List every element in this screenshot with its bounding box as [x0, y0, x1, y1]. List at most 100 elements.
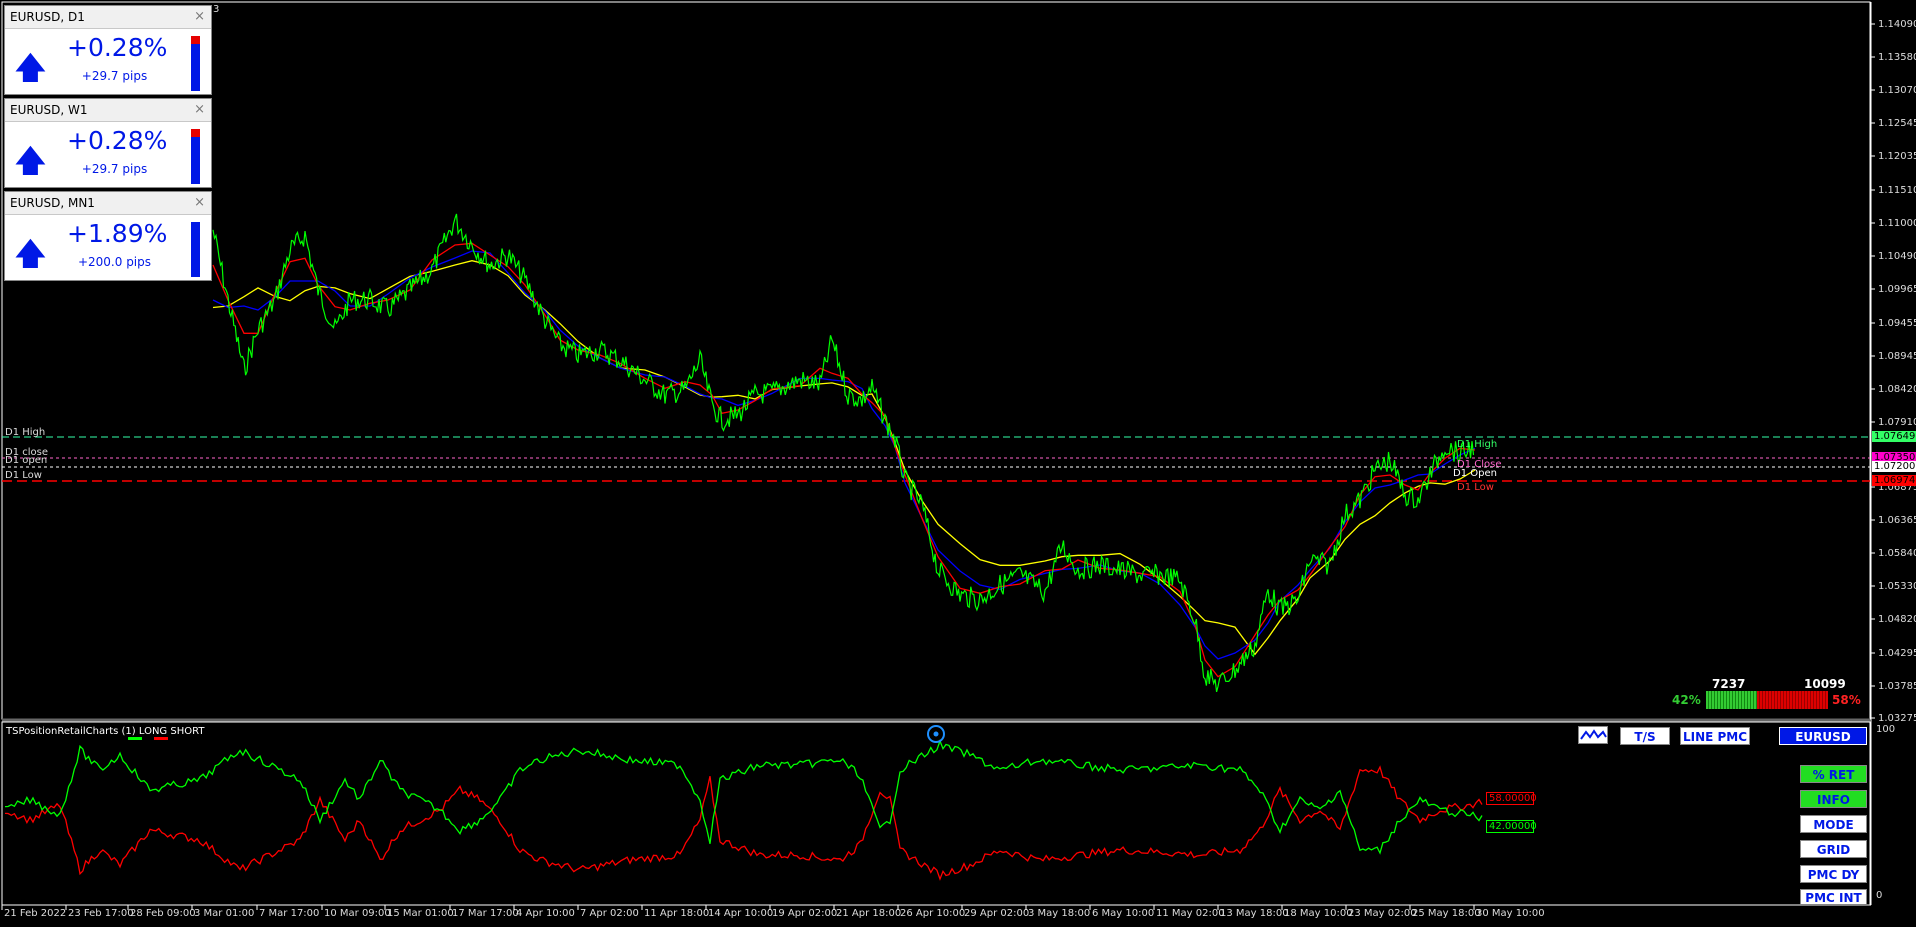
time-tick-label: 10 Mar 09:00: [324, 908, 391, 919]
time-axis: 21 Feb 2022 23 Feb 17:0028 Feb 09:003 Mar…: [1, 905, 1545, 919]
price-tick-label: 1.12545: [1878, 118, 1916, 129]
main-chart-border: [1, 1, 1871, 720]
long-line: [4, 739, 1483, 855]
d1-low-right-label: D1 Low: [1457, 482, 1494, 493]
d1-open-label: D1 open: [5, 455, 48, 466]
price-tick-label: 1.03785: [1878, 681, 1916, 692]
time-tick-label: 23 May 02:00: [1348, 908, 1417, 919]
time-tick-label: 11 May 02:00: [1156, 908, 1225, 919]
ma-mid-line: [212, 250, 1476, 660]
time-tick-label: 17 Mar 17:00: [452, 908, 519, 919]
time-tick-label: 7 Mar 17:00: [259, 908, 319, 919]
pmc-dy-button[interactable]: PMC DY: [1800, 865, 1867, 883]
ticker-widget-d1[interactable]: EURUSD, D1 × 🡅 +0.28% +29.7 pips: [4, 5, 212, 95]
price-tag-d1-low: 1.06974: [1872, 475, 1916, 486]
close-icon[interactable]: ×: [194, 6, 205, 28]
price-tick-label: 1.07910: [1878, 417, 1916, 428]
time-tick-label: 26 Apr 10:00: [900, 908, 965, 919]
price-tick-label: 1.05840: [1878, 548, 1916, 559]
widget-title: EURUSD, MN1: [10, 196, 95, 210]
long-percent: 42%: [1672, 693, 1701, 707]
change-percent: +1.89%: [67, 219, 168, 248]
d1-open-right-label: D1 Open: [1453, 468, 1497, 479]
time-tick-label: 7 Apr 02:00: [580, 908, 639, 919]
sentiment-long-fill: [1706, 691, 1757, 709]
indicator-title: TSPositionRetailCharts (1) LONG SHORT: [6, 726, 205, 737]
time-tick-label: 30 May 10:00: [1476, 908, 1545, 919]
price-tick-label: 1.11000: [1878, 218, 1916, 229]
time-tick-label: 3 May 18:00: [1028, 908, 1090, 919]
ticker-widget-w1[interactable]: EURUSD, W1 × 🡅 +0.28% +29.7 pips: [4, 98, 212, 188]
close-icon[interactable]: ×: [194, 99, 205, 121]
time-tick-label: 25 May 18:00: [1412, 908, 1481, 919]
time-tick-label: 15 Mar 01:00: [387, 908, 454, 919]
price-tag-d1-open: 1.07200: [1872, 461, 1916, 472]
pmc-int-button[interactable]: PMC INT: [1800, 889, 1867, 905]
price-tick-label: 1.13070: [1878, 85, 1916, 96]
symbol-button[interactable]: EURUSD: [1779, 727, 1867, 745]
time-tick-label: 3 Mar 01:00: [194, 908, 254, 919]
price-series: [212, 213, 1476, 693]
value-long-box: 42.00000: [1486, 820, 1537, 833]
arrow-up-icon: 🡅: [15, 144, 46, 179]
wave-icon: [1580, 729, 1607, 740]
indicator-scale-top: 100: [1876, 724, 1896, 735]
ts-button[interactable]: T/S: [1620, 727, 1670, 745]
value-short-box: 58.00000: [1486, 792, 1537, 805]
time-tick-label: 21 Apr 18:00: [836, 908, 901, 919]
widget-header[interactable]: EURUSD, D1 ×: [5, 6, 211, 29]
d1-high-label: D1 High: [5, 427, 46, 438]
ret-button[interactable]: % RET: [1800, 765, 1867, 783]
short-percent: 58%: [1832, 693, 1861, 707]
info-button[interactable]: INFO: [1800, 790, 1867, 808]
drag-marker-dot: [933, 731, 939, 737]
chart-window[interactable]: 1.14090 1.13580 1.13070 1.12545 1.12035 1.115…: [0, 0, 1916, 923]
time-tick-label: 13 May 18:00: [1220, 908, 1289, 919]
price-tick-label: 1.04295: [1878, 648, 1916, 659]
time-tick-label: 28 Feb 09:00: [130, 908, 196, 919]
chart-canvas[interactable]: 1.14090 1.13580 1.13070 1.12545 1.12035 1.115…: [0, 0, 1916, 923]
sentiment-bar: [1706, 691, 1828, 709]
price-tick-label: 1.08420: [1878, 384, 1916, 395]
time-tick-label: 29 Apr 02:00: [964, 908, 1029, 919]
arrow-up-icon: 🡅: [15, 237, 46, 272]
ma-fast-line: [212, 242, 1476, 678]
price-line: [212, 213, 1475, 693]
indicator-series: [4, 739, 1483, 881]
long-count: 7237: [1712, 677, 1746, 691]
d1-high-right-label: D1 High: [1457, 439, 1498, 450]
ticker-widget-mn1[interactable]: EURUSD, MN1 × 🡅 +1.89% +200.0 pips: [4, 191, 212, 281]
price-tick-label: 1.09965: [1878, 284, 1916, 295]
time-tick-label: 21 Feb 2022: [4, 908, 66, 919]
widget-header[interactable]: EURUSD, W1 ×: [5, 99, 211, 122]
time-tick-label: 18 May 10:00: [1284, 908, 1353, 919]
wave-chart-button[interactable]: [1578, 726, 1608, 744]
corner-mark: 3: [213, 4, 220, 15]
price-tick-label: 1.05330: [1878, 581, 1916, 592]
arrow-up-icon: 🡅: [15, 51, 46, 86]
change-pips: +200.0 pips: [77, 255, 152, 269]
time-tick-label: 19 Apr 02:00: [772, 908, 837, 919]
strength-bar: [191, 129, 200, 184]
d1-low-label: D1 Low: [5, 470, 42, 481]
price-tick-label: 1.06365: [1878, 515, 1916, 526]
price-tick-label: 1.03275: [1878, 713, 1916, 724]
strength-bar-red: [191, 36, 200, 44]
grid-button[interactable]: GRID: [1800, 840, 1867, 858]
price-tick-label: 1.10490: [1878, 251, 1916, 262]
strength-bar-red: [191, 129, 200, 137]
price-tick-label: 1.14090: [1878, 19, 1916, 30]
time-tick-label: 4 Apr 10:00: [516, 908, 575, 919]
change-percent: +0.28%: [67, 33, 168, 62]
widget-header[interactable]: EURUSD, MN1 ×: [5, 192, 211, 215]
widget-title: EURUSD, D1: [10, 10, 85, 24]
change-pips: +29.7 pips: [81, 162, 148, 176]
mode-button[interactable]: MODE: [1800, 815, 1867, 833]
line-pmc-button[interactable]: LINE PMC: [1680, 727, 1750, 745]
price-tick-label: 1.04820: [1878, 614, 1916, 625]
time-tick-label: 23 Feb 17:00: [68, 908, 134, 919]
close-icon[interactable]: ×: [194, 192, 205, 214]
strength-bar: [191, 36, 200, 91]
price-tag-d1-high: 1.07649: [1872, 431, 1916, 442]
legend-long-swatch: [128, 737, 142, 740]
